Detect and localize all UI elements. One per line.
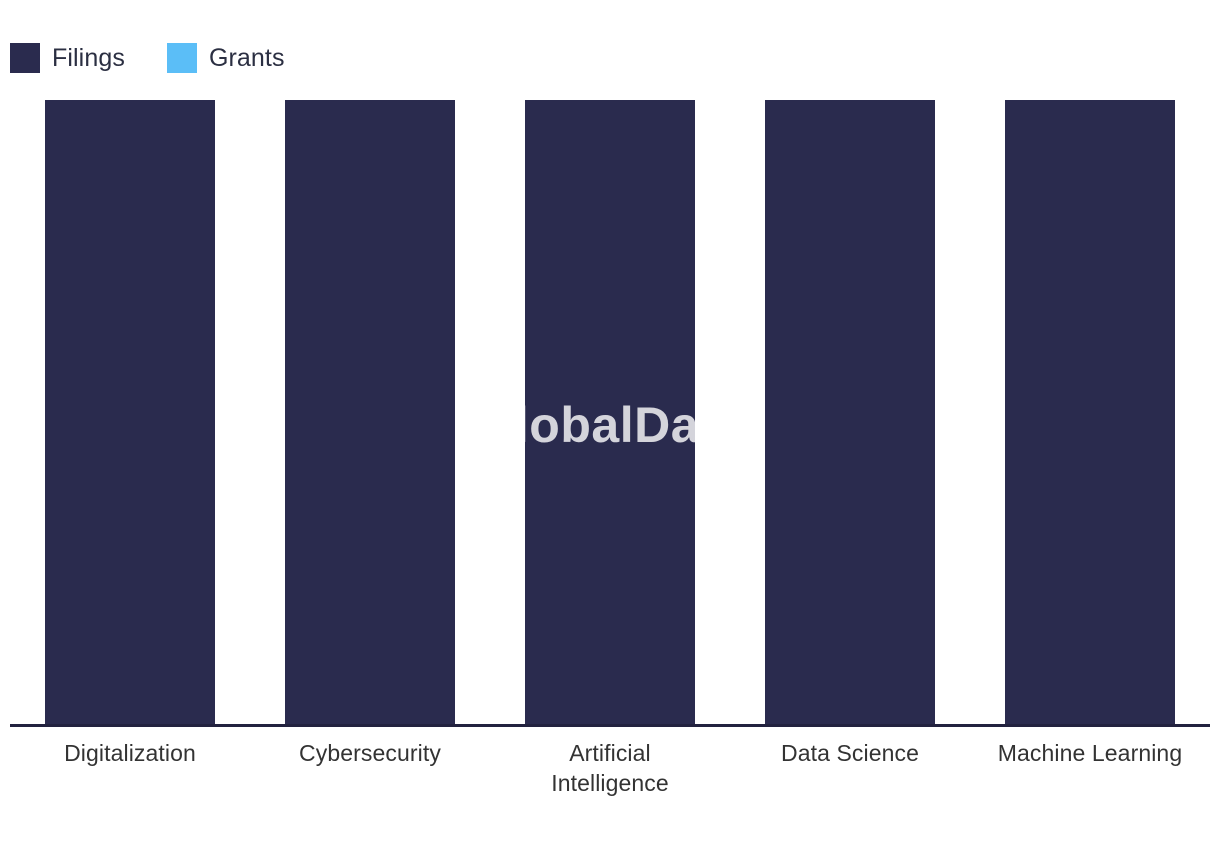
legend-item-grants[interactable]: Grants (166, 43, 285, 73)
bar-group-cybersecurity (285, 100, 455, 724)
legend-swatch-filings-icon (10, 43, 40, 73)
x-axis-label-machine-learning-line1: Machine Learning (997, 740, 1183, 766)
x-axis-line (10, 724, 1210, 727)
x-axis-labels: Digitalization Cybersecurity Artificial … (0, 738, 1220, 808)
x-axis-label-artificial-intelligence-line2: Intelligence (551, 770, 669, 796)
x-axis-label-data-science: Data Science (735, 738, 965, 768)
bar-group-machine-learning (1005, 100, 1175, 724)
bars-layer (0, 100, 1220, 724)
x-axis-label-digitalization: Digitalization (15, 738, 245, 768)
bar-filings-cybersecurity[interactable] (285, 100, 455, 724)
x-axis-label-machine-learning: Machine Learning (975, 738, 1205, 768)
bar-filings-digitalization[interactable] (45, 100, 215, 724)
bar-group-digitalization (45, 100, 215, 724)
x-axis-label-cybersecurity-line1: Cybersecurity (299, 740, 441, 766)
bar-filings-data-science[interactable] (765, 100, 935, 724)
x-axis-label-artificial-intelligence-line1: Artificial (569, 740, 651, 766)
legend-item-filings[interactable]: Filings (10, 43, 125, 73)
bar-filings-machine-learning[interactable] (1005, 100, 1175, 724)
x-axis-label-digitalization-line1: Digitalization (64, 740, 196, 766)
bar-filings-artificial-intelligence[interactable] (525, 100, 695, 724)
plot-area (0, 100, 1220, 726)
chart-legend: Filings Grants (10, 38, 285, 78)
legend-swatch-grants-icon (166, 43, 197, 73)
legend-label-filings: Filings (52, 44, 125, 72)
x-axis-label-cybersecurity: Cybersecurity (255, 738, 485, 768)
x-axis-label-data-science-line1: Data Science (781, 740, 919, 766)
bar-group-data-science (765, 100, 935, 724)
bar-group-artificial-intelligence (525, 100, 695, 724)
x-axis-label-artificial-intelligence: Artificial Intelligence (495, 738, 725, 798)
legend-label-grants: Grants (208, 44, 285, 72)
bar-chart: Filings Grants GlobalData Digitalization… (0, 0, 1220, 850)
